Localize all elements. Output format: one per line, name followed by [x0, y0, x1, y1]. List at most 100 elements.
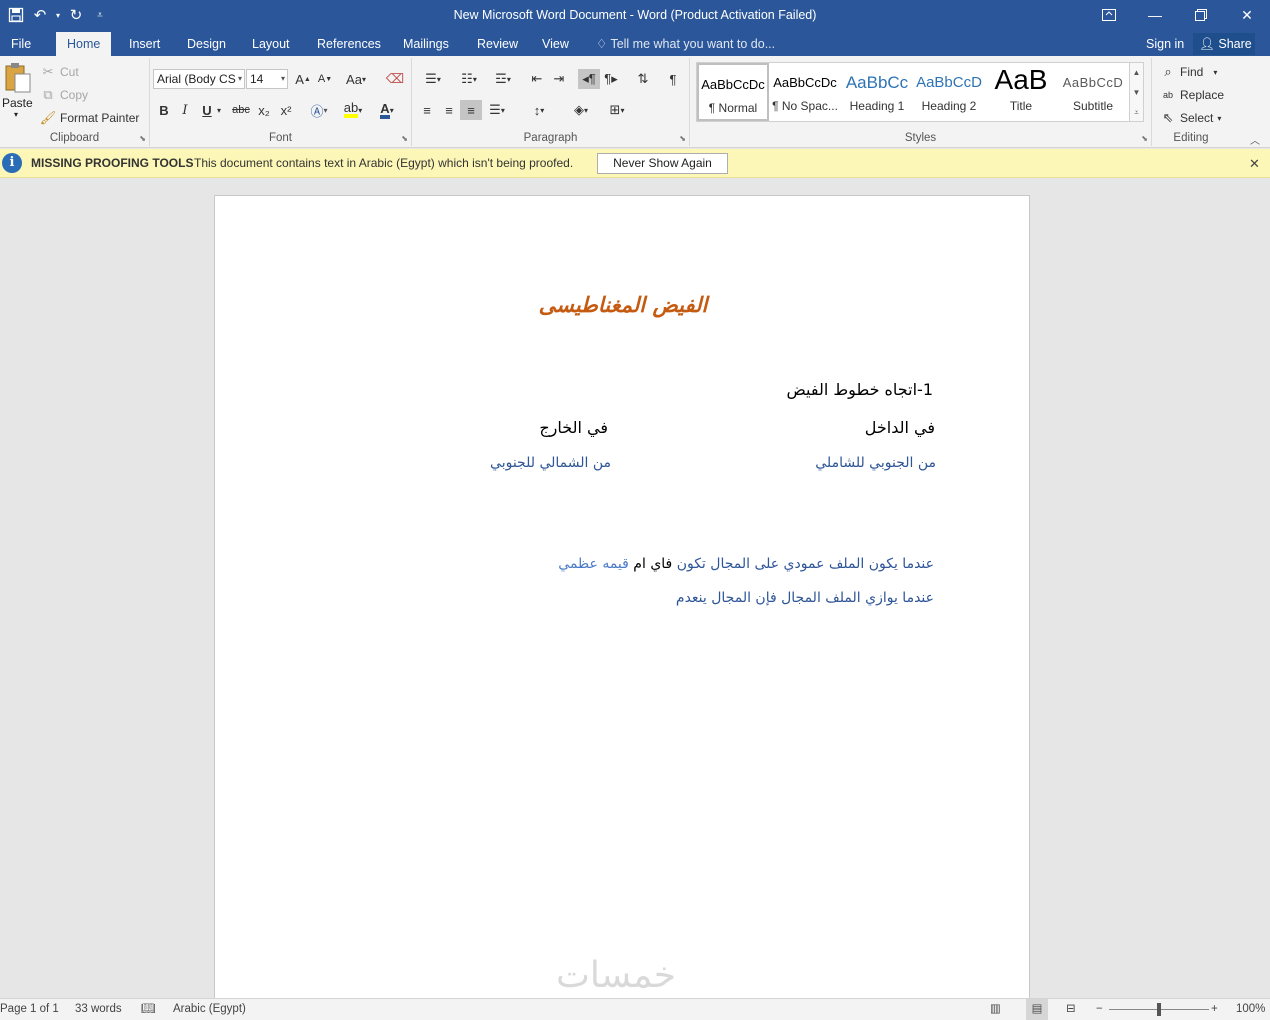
- style-normal[interactable]: AaBbCcDc ¶ Normal: [697, 63, 769, 121]
- text-run: فاي ام: [628, 556, 677, 572]
- copy-button[interactable]: ⧉ Copy: [40, 85, 88, 105]
- tab-home[interactable]: Home: [56, 32, 112, 56]
- font-name-combo[interactable]: Arial (Body CS ▾: [153, 69, 245, 89]
- tab-mailings[interactable]: Mailings: [392, 32, 460, 56]
- tab-layout[interactable]: Layout: [241, 32, 301, 56]
- paragraph-group-label: Paragraph: [523, 132, 578, 144]
- more-styles-icon[interactable]: ⩡: [1130, 103, 1143, 123]
- styles-launcher-icon[interactable]: ⬊: [1141, 134, 1148, 143]
- replace-button[interactable]: ab Replace: [1160, 85, 1224, 105]
- style-title[interactable]: AaB Title: [985, 63, 1057, 121]
- copy-label: Copy: [60, 88, 89, 102]
- customize-qat-icon[interactable]: ⩡: [90, 3, 110, 27]
- italic-button[interactable]: I: [174, 100, 196, 120]
- line-spacing-button[interactable]: ↕ ▾: [524, 100, 554, 120]
- zoom-in-icon[interactable]: +: [1211, 999, 1218, 1020]
- proofing-icon[interactable]: 📖︎: [141, 999, 156, 1020]
- clipboard-group-label: Clipboard: [49, 132, 100, 144]
- paragraph-launcher-icon[interactable]: ⬊: [679, 134, 686, 143]
- highlight-button[interactable]: ab ▾: [338, 100, 368, 120]
- clear-formatting-icon[interactable]: ⌫: [384, 69, 406, 89]
- cut-button[interactable]: ✂ Cut: [40, 62, 79, 82]
- print-layout-icon[interactable]: ▤: [1026, 999, 1048, 1020]
- tab-view[interactable]: View: [531, 32, 580, 56]
- rtl-direction-icon[interactable]: ◂¶: [578, 69, 600, 89]
- document-page[interactable]: الفيض المغناطيسى 1-اتجاه خطوط الفيض في ا…: [214, 195, 1030, 998]
- page-count[interactable]: Page 1 of 1: [0, 999, 59, 1020]
- close-icon[interactable]: ✕: [1249, 149, 1260, 178]
- style-subtitle[interactable]: AaBbCcD Subtitle: [1057, 63, 1129, 121]
- font-size-combo[interactable]: 14 ▾: [246, 69, 288, 89]
- never-show-again-button[interactable]: Never Show Again: [597, 153, 728, 174]
- word-count[interactable]: 33 words: [75, 999, 122, 1020]
- web-layout-icon[interactable]: ⊟: [1066, 999, 1076, 1020]
- zoom-level[interactable]: 100%: [1236, 999, 1265, 1020]
- document-canvas[interactable]: الفيض المغناطيسى 1-اتجاه خطوط الفيض في ا…: [0, 178, 1270, 998]
- save-icon[interactable]: [6, 3, 26, 27]
- tab-review[interactable]: Review: [466, 32, 529, 56]
- language-indicator[interactable]: Arabic (Egypt): [173, 999, 246, 1020]
- tell-me-box[interactable]: ♢ Tell me what you want to do...: [596, 32, 775, 56]
- borders-button[interactable]: ⊞ ▾: [600, 100, 634, 120]
- minimize-icon[interactable]: —: [1132, 0, 1178, 30]
- change-case-button[interactable]: Aa ▾: [342, 69, 370, 89]
- style-heading-2[interactable]: AaBbCcD Heading 2: [913, 63, 985, 121]
- read-mode-icon[interactable]: ▥: [990, 999, 1001, 1020]
- tab-design[interactable]: Design: [176, 32, 237, 56]
- clipboard-group: Paste ▾ ✂ Cut ⧉ Copy 🖌︎ Format Painter Clip…: [0, 58, 150, 146]
- tab-file[interactable]: File: [0, 32, 42, 56]
- restore-icon[interactable]: [1178, 0, 1224, 30]
- format-painter-button[interactable]: 🖌︎ Format Painter: [40, 108, 140, 128]
- sign-in-link[interactable]: Sign in: [1146, 32, 1184, 56]
- increase-indent-icon[interactable]: ⇥: [548, 69, 570, 89]
- paste-button[interactable]: Paste ▾: [2, 62, 34, 130]
- style-name: Heading 2: [921, 99, 977, 113]
- style-heading-1[interactable]: AaBbCc Heading 1: [841, 63, 913, 121]
- align-right-icon[interactable]: ≡: [460, 100, 482, 120]
- zoom-out-icon[interactable]: −: [1096, 999, 1103, 1020]
- tab-insert[interactable]: Insert: [118, 32, 171, 56]
- text-effects-button[interactable]: Ⓐ ▾: [305, 100, 333, 120]
- tab-references[interactable]: References: [306, 32, 392, 56]
- zoom-slider-thumb[interactable]: [1157, 1003, 1161, 1016]
- chevron-down-icon[interactable]: ▼: [1130, 83, 1143, 103]
- grow-font-icon: A: [295, 71, 304, 87]
- select-button[interactable]: ⇖ Select ▾: [1160, 108, 1222, 128]
- style-name: Title: [1009, 99, 1033, 113]
- share-button[interactable]: 👤︎ Share: [1193, 33, 1255, 55]
- redo-icon[interactable]: ↻: [66, 3, 86, 27]
- chevron-up-icon[interactable]: ▲: [1130, 63, 1143, 83]
- bullets-button[interactable]: ☰ ▾: [416, 69, 450, 89]
- clipboard-launcher-icon[interactable]: ⬊: [139, 134, 146, 143]
- shrink-font-button[interactable]: A ▼: [314, 69, 336, 89]
- align-left-icon[interactable]: ≡: [416, 100, 438, 120]
- styles-group-label: Styles: [904, 132, 937, 144]
- show-formatting-button[interactable]: ¶: [662, 69, 684, 89]
- font-launcher-icon[interactable]: ⬊: [401, 134, 408, 143]
- ribbon-home: Paste ▾ ✂ Cut ⧉ Copy 🖌︎ Format Painter Clip…: [0, 56, 1270, 148]
- undo-icon[interactable]: ↶: [30, 3, 50, 27]
- underline-dropdown-icon[interactable]: ▾: [213, 100, 225, 120]
- bold-button[interactable]: B: [153, 100, 175, 120]
- find-button[interactable]: ⌕ Find ▾: [1160, 62, 1217, 82]
- font-color-button[interactable]: A ▾: [372, 100, 402, 120]
- shading-button[interactable]: ◈ ▾: [564, 100, 598, 120]
- lightbulb-icon: ♢: [596, 37, 611, 51]
- person-icon: 👤︎: [1199, 37, 1215, 51]
- ltr-direction-icon[interactable]: ¶▸: [600, 69, 622, 89]
- sort-icon[interactable]: ⇅: [632, 69, 654, 89]
- ribbon-display-options-icon[interactable]: [1086, 0, 1132, 30]
- grow-font-button[interactable]: A ▲: [292, 69, 314, 89]
- superscript-button[interactable]: x²: [275, 100, 297, 120]
- multilevel-list-button[interactable]: ☲ ▾: [486, 69, 520, 89]
- strikethrough-button[interactable]: abc: [230, 100, 252, 120]
- decrease-indent-icon[interactable]: ⇤: [526, 69, 548, 89]
- undo-dropdown-icon[interactable]: ▾: [54, 3, 62, 27]
- style-no-spacing[interactable]: AaBbCcDc ¶ No Spac...: [769, 63, 841, 121]
- numbering-button[interactable]: ☷ ▾: [452, 69, 486, 89]
- align-center-icon[interactable]: ≡: [438, 100, 460, 120]
- subscript-button[interactable]: x₂: [253, 100, 275, 120]
- justify-button[interactable]: ☰ ▾: [482, 100, 512, 120]
- close-icon[interactable]: ✕: [1224, 0, 1270, 30]
- collapse-ribbon-icon[interactable]: ︿: [1250, 132, 1260, 147]
